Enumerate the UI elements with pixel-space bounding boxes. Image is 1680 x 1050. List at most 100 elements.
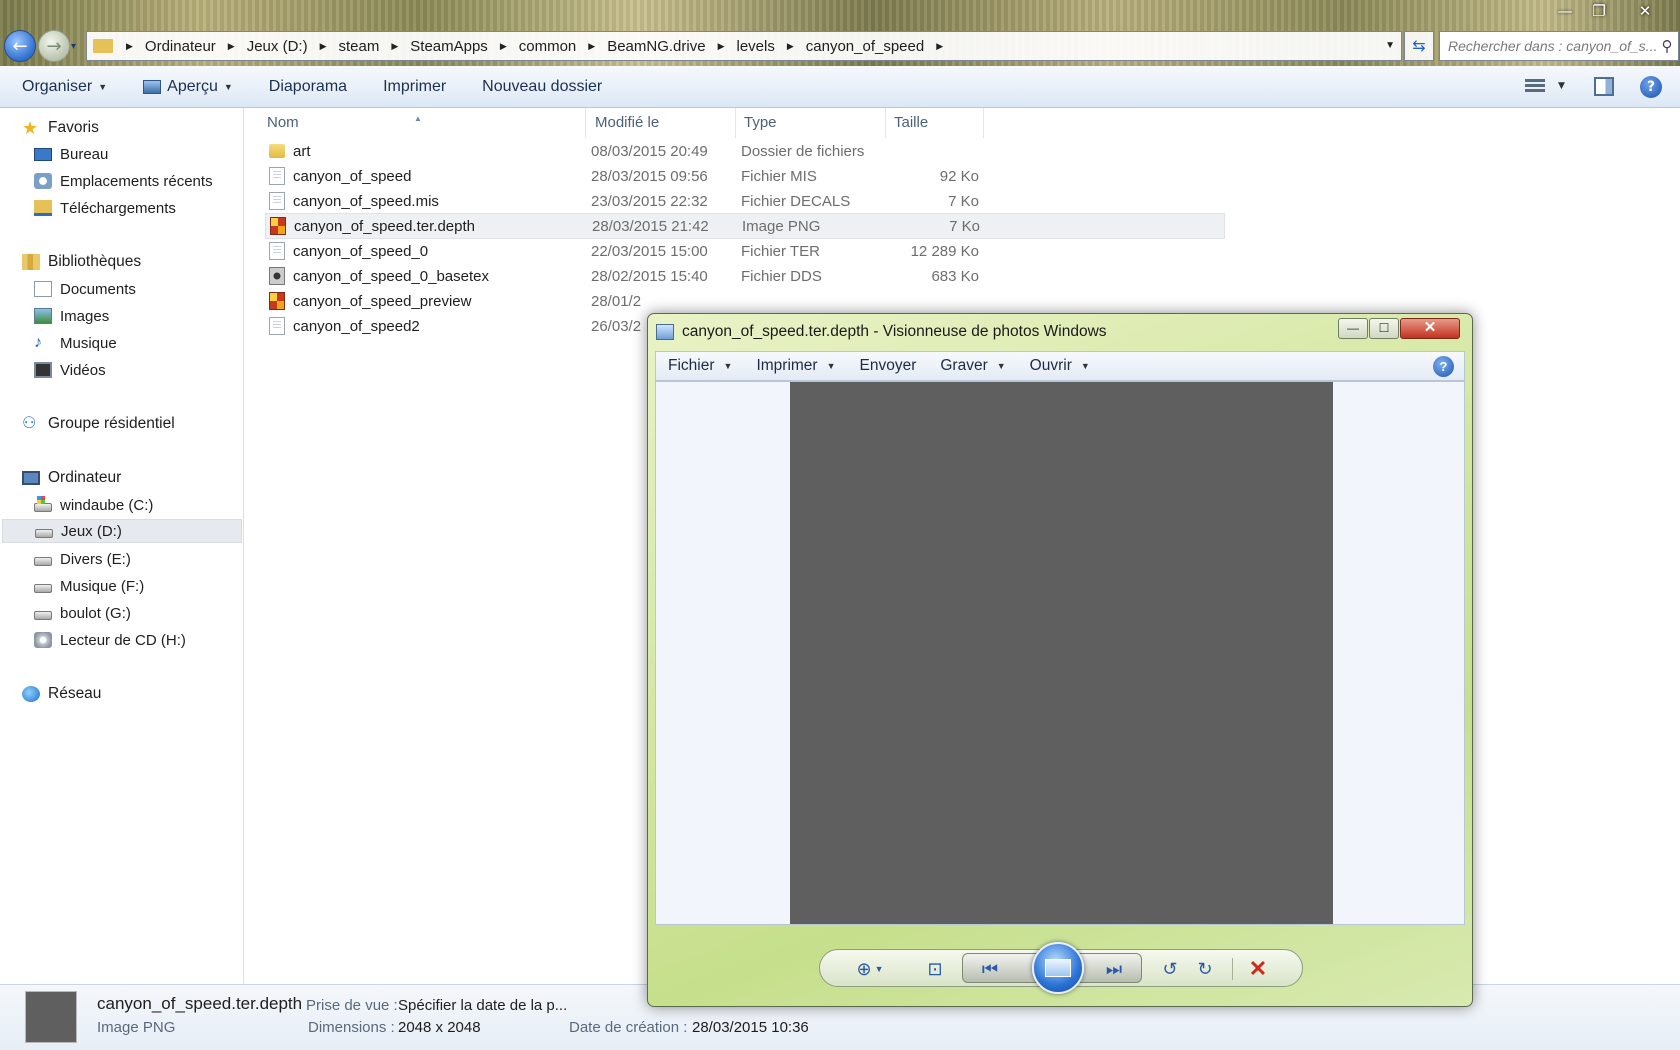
column-header-type[interactable]: Type <box>736 108 886 138</box>
preview-pane-button[interactable] <box>1594 77 1614 96</box>
breadcrumb-item[interactable]: Ordinateur ▶ <box>140 38 242 55</box>
chevron-right-icon[interactable]: ▶ <box>313 41 334 52</box>
breadcrumb-item[interactable]: common ▶ <box>514 38 602 55</box>
diaporama-button[interactable]: Diaporama <box>251 78 365 96</box>
menu-label: Fichier <box>668 357 715 374</box>
apercu-button[interactable]: Aperçu ▼ <box>125 78 251 96</box>
network-icon <box>22 686 40 702</box>
file-row[interactable]: canyon_of_speed.mis 23/03/2015 22:32 Fichi… <box>265 188 1225 214</box>
forward-button[interactable]: → <box>38 30 70 62</box>
close-button[interactable]: ✕ <box>1628 0 1662 22</box>
view-options-icon[interactable] <box>1525 77 1545 95</box>
menu-ouvrir[interactable]: Ouvrir ▼ <box>1018 357 1102 375</box>
sidebar-item-windaube-c[interactable]: windaube (C:) <box>34 493 153 517</box>
address-history-dropdown[interactable]: ▼ <box>1385 40 1395 51</box>
next-icon: ⏭ <box>1105 958 1123 979</box>
sidebar-item-telechargements[interactable]: Téléchargements <box>34 196 176 220</box>
column-header-modified[interactable]: Modifié le <box>586 108 736 138</box>
search-input[interactable]: Rechercher dans : canyon_of_s... ⚲ <box>1439 31 1679 61</box>
chevron-right-icon[interactable]: ▶ <box>221 41 242 52</box>
back-arrow-icon: ← <box>12 35 28 57</box>
sidebar-item-divers-e[interactable]: Divers (E:) <box>34 547 131 571</box>
menu-graver[interactable]: Graver ▼ <box>928 357 1017 375</box>
viewer-help-button[interactable]: ? <box>1433 356 1454 377</box>
rotate-left-button[interactable]: ↺ <box>1155 956 1185 982</box>
minimize-button[interactable]: — <box>1548 0 1582 22</box>
chevron-right-icon[interactable]: ▶ <box>711 41 732 52</box>
viewer-maximize-button[interactable]: ☐ <box>1369 318 1399 339</box>
file-row[interactable]: canyon_of_speed.ter.depth 28/03/2015 21:4… <box>265 213 1225 239</box>
recent-pages-dropdown[interactable]: ▾ <box>71 41 76 52</box>
file-row[interactable]: canyon_of_speed 28/03/2015 09:56 Fichier M… <box>265 163 1225 189</box>
menu-envoyer[interactable]: Envoyer <box>848 357 929 375</box>
sidebar-ordinateur[interactable]: Ordinateur <box>22 466 121 490</box>
breadcrumb-item[interactable]: Jeux (D:) ▶ <box>242 38 334 55</box>
music-icon: ♪ <box>34 334 42 351</box>
sidebar-favoris[interactable]: ★ Favoris <box>22 116 99 140</box>
sidebar-item-emplacements-recents[interactable]: Emplacements récents <box>34 169 213 193</box>
sidebar-reseau[interactable]: Réseau <box>22 682 101 706</box>
viewer-close-button[interactable]: ✕ <box>1400 318 1460 339</box>
chevron-down-icon[interactable]: ▼ <box>1558 81 1565 91</box>
image-canvas <box>655 381 1465 925</box>
breadcrumb-label: steam <box>338 37 380 55</box>
column-header-size[interactable]: Taille <box>886 108 984 138</box>
chevron-right-icon[interactable]: ▶ <box>119 41 140 52</box>
refresh-button[interactable]: ⇆ <box>1404 31 1434 61</box>
sidebar-item-bureau[interactable]: Bureau <box>34 142 108 166</box>
downloads-icon <box>34 200 52 216</box>
documents-icon <box>34 281 52 297</box>
sidebar-item-musique[interactable]: ♪ Musique <box>34 331 117 355</box>
rotate-left-icon: ↺ <box>1162 958 1178 979</box>
viewer-minimize-button[interactable]: — <box>1338 318 1368 339</box>
breadcrumb-item[interactable]: canyon_of_speed ▶ <box>801 38 950 55</box>
search-icon[interactable]: ⚲ <box>1656 37 1678 55</box>
breadcrumb-item[interactable]: SteamApps ▶ <box>405 38 513 55</box>
chevron-right-icon[interactable]: ▶ <box>780 41 801 52</box>
breadcrumb-item[interactable]: BeamNG.drive ▶ <box>602 38 731 55</box>
file-row[interactable]: art 08/03/2015 20:49 Dossier de fichiers <box>265 138 1225 164</box>
sidebar-item-boulot-g[interactable]: boulot (G:) <box>34 601 131 625</box>
column-header-name[interactable]: ▲ Nom <box>244 108 586 138</box>
organiser-button[interactable]: Organiser ▼ <box>0 78 125 96</box>
file-row[interactable]: canyon_of_speed_0 22/03/2015 15:00 Fichier… <box>265 238 1225 264</box>
menu-fichier[interactable]: Fichier ▼ <box>656 357 744 375</box>
file-row[interactable]: canyon_of_speed_preview 28/01/2 <box>265 288 1225 314</box>
file-row[interactable]: canyon_of_speed_0_basetex 28/02/2015 15:4… <box>265 263 1225 289</box>
chevron-right-icon[interactable]: ▶ <box>493 41 514 52</box>
recent-places-icon <box>34 173 52 189</box>
slideshow-button[interactable] <box>1032 942 1084 994</box>
sidebar-bibliotheques[interactable]: Bibliothèques <box>22 250 141 274</box>
delete-button[interactable]: ✕ <box>1240 956 1276 982</box>
previous-button[interactable]: ⏮ <box>970 956 1010 982</box>
sidebar-item-images[interactable]: Images <box>34 304 109 328</box>
maximize-button[interactable]: ❐ <box>1582 0 1616 22</box>
rotate-right-button[interactable]: ↻ <box>1190 956 1220 982</box>
imprimer-button[interactable]: Imprimer <box>365 78 464 96</box>
address-bar[interactable]: ▶ Ordinateur ▶ Jeux (D:) ▶ steam ▶ SteamApps ▶ c… <box>86 31 1402 61</box>
zoom-button[interactable]: ⊕ ▼ <box>850 956 890 982</box>
sidebar-item-lecteur-cd-h[interactable]: Lecteur de CD (H:) <box>34 628 186 652</box>
sidebar-item-videos[interactable]: Vidéos <box>34 358 106 382</box>
nouveau-dossier-button[interactable]: Nouveau dossier <box>464 78 620 96</box>
back-button[interactable]: ← <box>4 30 36 62</box>
next-button[interactable]: ⏭ <box>1094 956 1134 982</box>
sidebar-label: Documents <box>60 280 136 298</box>
file-name-cell: canyon_of_speed <box>265 167 585 185</box>
menu-imprimer[interactable]: Imprimer ▼ <box>744 357 847 375</box>
actual-size-button[interactable]: ⊡ <box>920 956 950 982</box>
details-prise-value[interactable]: Spécifier la date de la p... <box>398 997 567 1014</box>
sidebar-item-musique-f[interactable]: Musique (F:) <box>34 574 144 598</box>
help-button[interactable]: ? <box>1640 76 1662 98</box>
photo-viewer-icon <box>656 324 674 340</box>
sidebar-item-jeux-d[interactable]: Jeux (D:) <box>2 519 242 543</box>
chevron-right-icon[interactable]: ▶ <box>384 41 405 52</box>
breadcrumb-item[interactable]: steam ▶ <box>333 38 405 55</box>
chevron-right-icon[interactable]: ▶ <box>581 41 602 52</box>
file-size: 683 Ko <box>931 267 979 285</box>
sidebar-label: boulot (G:) <box>60 604 131 622</box>
breadcrumb-item[interactable]: levels ▶ <box>731 38 800 55</box>
chevron-right-icon[interactable]: ▶ <box>929 41 950 52</box>
sidebar-groupe-residentiel[interactable]: ⚇ Groupe résidentiel <box>22 412 175 436</box>
sidebar-item-documents[interactable]: Documents <box>34 277 136 301</box>
